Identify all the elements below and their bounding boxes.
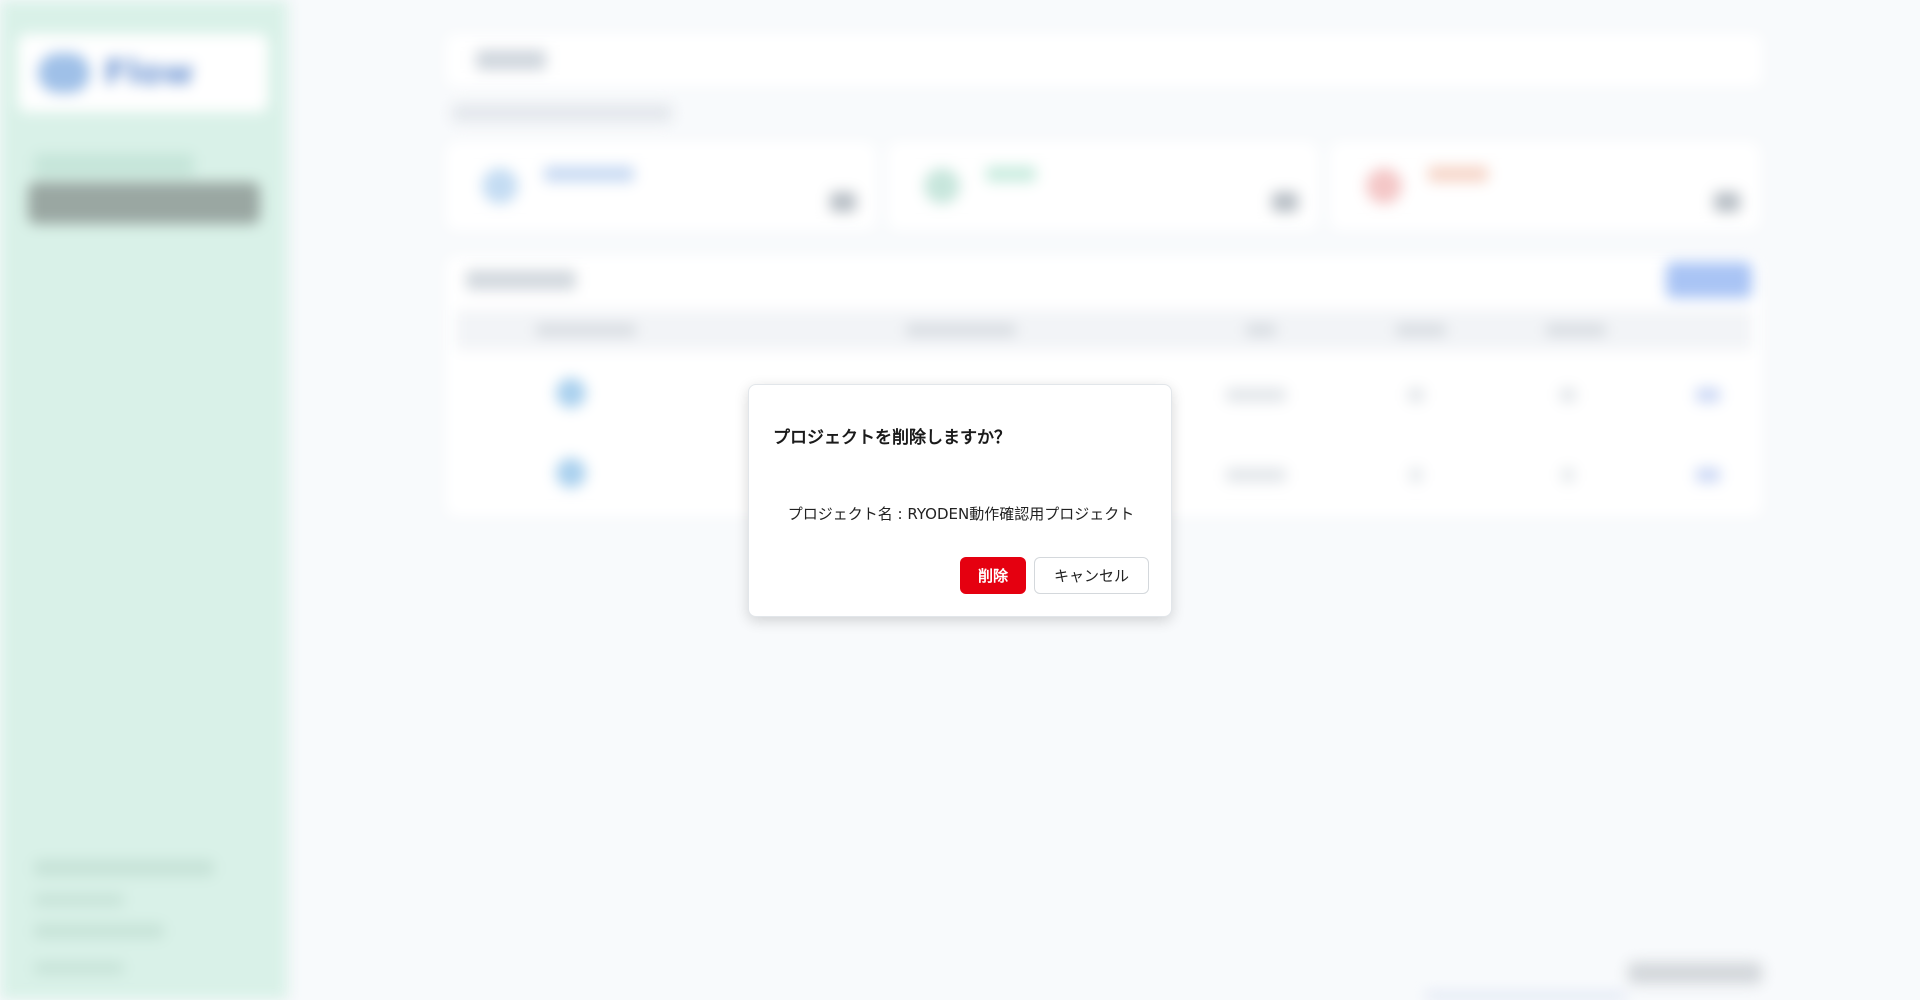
stat-label — [1428, 166, 1488, 182]
table-row-cell — [1226, 388, 1286, 402]
table-header — [456, 310, 1752, 350]
stat-value — [1272, 192, 1298, 212]
delete-button[interactable]: 削除 — [960, 557, 1026, 594]
delete-project-dialog: プロジェクトを削除しますか？ プロジェクト名 : RYODEN動作確認用プロジェ… — [748, 384, 1172, 617]
table-header-cell — [536, 324, 636, 336]
sidebar-footer-item — [34, 860, 214, 876]
page-title — [476, 50, 546, 70]
cloud-logo-icon — [38, 53, 90, 93]
footer-badge — [1628, 962, 1762, 984]
stat-value — [1714, 192, 1740, 212]
table-row-link — [1696, 388, 1720, 402]
sidebar: Flow — [0, 0, 288, 1000]
stat-card — [446, 142, 876, 230]
add-project-button — [1666, 262, 1752, 298]
table-row-icon — [556, 378, 586, 408]
table-row-cell — [1226, 468, 1286, 482]
breadcrumb — [452, 104, 672, 122]
footer-line — [1426, 994, 1626, 998]
table-row-link — [1696, 468, 1720, 482]
table-row-cell — [1562, 468, 1574, 482]
logo: Flow — [18, 34, 268, 112]
stat-label — [544, 166, 634, 182]
table-title — [466, 270, 576, 290]
table-row-cell — [1560, 388, 1576, 402]
logo-text: Flow — [104, 53, 194, 93]
stat-icon — [1366, 168, 1402, 204]
sidebar-org-label — [34, 154, 194, 176]
stat-icon — [924, 168, 960, 204]
stat-card — [1330, 142, 1760, 230]
stat-value — [830, 192, 856, 212]
table-row-icon — [556, 458, 586, 488]
table-header-cell — [1246, 324, 1276, 336]
stat-icon — [482, 168, 518, 204]
table-row-cell — [1410, 468, 1422, 482]
table-header-cell — [906, 324, 1016, 336]
sidebar-project-select — [28, 182, 260, 224]
table-row-cell — [1408, 388, 1424, 402]
sidebar-footer-item — [34, 894, 124, 906]
sidebar-footer-item — [34, 924, 164, 938]
cancel-button[interactable]: キャンセル — [1034, 557, 1149, 594]
dialog-project-name: プロジェクト名 : RYODEN動作確認用プロジェクト — [787, 505, 1135, 523]
dialog-title: プロジェクトを削除しますか？ — [773, 428, 1011, 448]
stat-card — [888, 142, 1318, 230]
sidebar-footer-item — [34, 962, 124, 974]
page-header — [446, 34, 1762, 86]
table-header-cell — [1546, 324, 1606, 336]
table-header-cell — [1396, 324, 1446, 336]
stat-label — [986, 166, 1036, 182]
